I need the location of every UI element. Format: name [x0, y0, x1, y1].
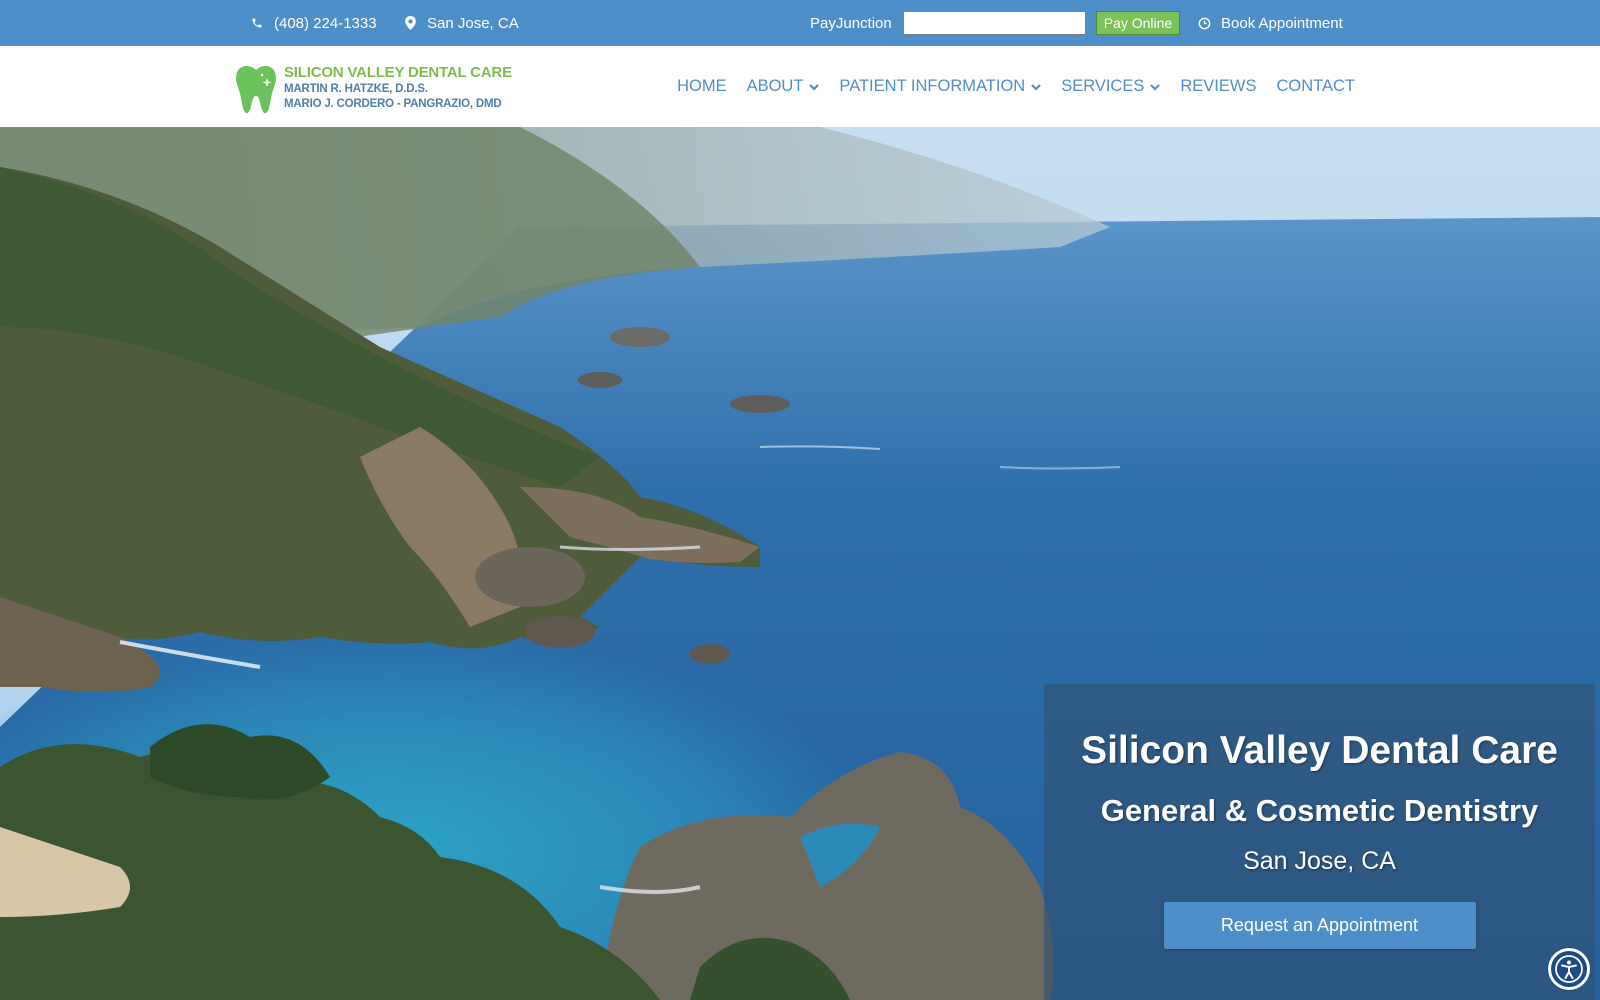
nav-contact-label: CONTACT — [1276, 77, 1355, 95]
nav-reviews[interactable]: REVIEWS — [1180, 77, 1256, 96]
chevron-down-icon — [1150, 83, 1161, 91]
accessibility-icon — [1555, 955, 1583, 983]
location-text: San Jose, CA — [427, 14, 519, 32]
hero-panel: Silicon Valley Dental Care General & Cos… — [1044, 684, 1595, 1000]
logo-text: SILICON VALLEY DENTAL CARE MARTIN R. HAT… — [284, 64, 512, 112]
nav-patient-information-label: PATIENT INFORMATION — [839, 77, 1026, 95]
nav-about[interactable]: ABOUT — [747, 77, 820, 96]
clock-icon — [1197, 16, 1211, 30]
nav-services-label: SERVICES — [1061, 77, 1145, 95]
nav-services[interactable]: SERVICES — [1061, 77, 1161, 96]
book-appointment-link[interactable]: Book Appointment — [1197, 0, 1343, 46]
nav-home[interactable]: HOME — [677, 77, 727, 96]
payjunction-label: PayJunction — [810, 14, 892, 32]
nav-patient-information[interactable]: PATIENT INFORMATION — [839, 77, 1041, 96]
tooth-icon — [236, 66, 276, 114]
site-header: SILICON VALLEY DENTAL CARE MARTIN R. HAT… — [0, 46, 1600, 127]
main-nav: HOME ABOUT PATIENT INFORMATION SERVICES … — [677, 46, 1355, 127]
chevron-down-icon — [809, 83, 820, 91]
accessibility-button[interactable] — [1548, 948, 1590, 990]
hero-subtitle: General & Cosmetic Dentistry — [1100, 793, 1539, 828]
top-bar: (408) 224-1333 San Jose, CA PayJunction … — [0, 0, 1600, 46]
hero-section: Silicon Valley Dental Care General & Cos… — [0, 127, 1600, 1000]
nav-reviews-label: REVIEWS — [1180, 77, 1257, 95]
location-link[interactable]: San Jose, CA — [403, 0, 519, 46]
nav-contact[interactable]: CONTACT — [1276, 77, 1355, 96]
request-appointment-button[interactable]: Request an Appointment — [1163, 902, 1476, 949]
logo-title: SILICON VALLEY DENTAL CARE — [284, 64, 512, 81]
map-pin-icon — [403, 16, 417, 30]
chevron-down-icon — [1031, 83, 1041, 91]
logo-doctor-1: MARTIN R. HATZKE, D.D.S. — [284, 83, 428, 95]
hero-title: Silicon Valley Dental Care — [1081, 729, 1558, 772]
nav-about-label: ABOUT — [746, 77, 804, 95]
phone-icon — [250, 16, 264, 30]
hero-city: San Jose, CA — [1243, 847, 1396, 875]
phone-number: (408) 224-1333 — [274, 14, 377, 32]
logo-doctor-2: MARIO J. CORDERO - PANGRAZIO, DMD — [284, 98, 502, 110]
payment-amount-input[interactable] — [902, 11, 1086, 35]
phone-link[interactable]: (408) 224-1333 — [250, 0, 377, 46]
site-logo[interactable]: SILICON VALLEY DENTAL CARE MARTIN R. HAT… — [234, 64, 512, 116]
payjunction-form: PayJunction Pay Online — [810, 0, 1181, 46]
nav-home-label: HOME — [677, 77, 727, 95]
pay-online-button[interactable]: Pay Online — [1095, 11, 1181, 35]
book-appointment-label: Book Appointment — [1221, 14, 1343, 32]
